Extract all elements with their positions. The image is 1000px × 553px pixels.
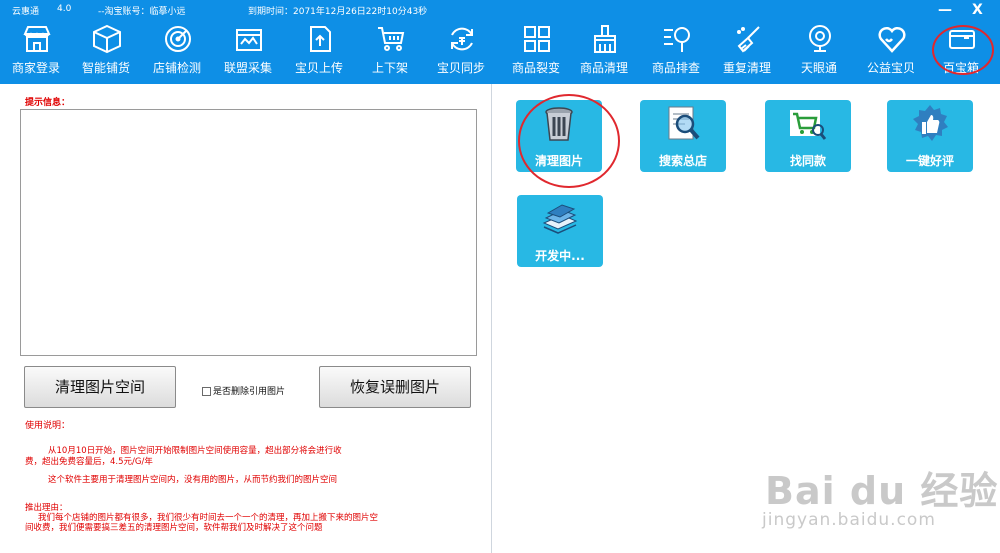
toolbar-charity-item[interactable]: 公益宝贝 [855, 20, 927, 82]
main-toolbar: 商家登录 智能铺货 店铺检测 联盟采集 宝贝上传 上下架 宝贝同步 商品裂变 商… [0, 20, 1000, 82]
toolbar-item-upload[interactable]: 宝贝上传 [283, 20, 355, 82]
tool-label: 一键好评 [905, 154, 954, 168]
store-icon [23, 26, 51, 52]
toolbar-treasure-box[interactable]: 百宝箱 [925, 20, 997, 82]
top-bar: 云惠通 4.0 --淘宝账号：临摹小远 到期时间：2071年12月26日22时1… [0, 0, 1000, 84]
app-name: 云惠通 [12, 7, 40, 17]
tool-label: 搜索总店 [658, 154, 707, 168]
trash-icon [545, 107, 573, 141]
baidu-watermark-url: jingyan.baidu.com [762, 510, 936, 530]
collect-icon [236, 29, 262, 51]
cart-icon [378, 27, 405, 51]
toolbar-shop-check[interactable]: 店铺检测 [141, 20, 213, 82]
search-list-icon [664, 27, 690, 52]
toolbar-label: 联盟采集 [223, 61, 272, 75]
checkbox-box[interactable] [202, 387, 211, 396]
tool-label: 清理图片 [534, 154, 583, 168]
grid-icon [524, 26, 550, 52]
tip-label: 提示信息： [25, 98, 71, 108]
restore-deleted-button[interactable]: 恢复误删图片 [319, 366, 471, 408]
sync-icon [451, 27, 473, 51]
clean-image-space-button[interactable]: 清理图片空间 [24, 366, 176, 408]
toolbar-label: 店铺检测 [152, 61, 201, 75]
broom-icon [737, 26, 760, 53]
toolbar-label: 公益宝贝 [866, 61, 915, 75]
tool-label: 开发中... [535, 249, 585, 263]
toolbar-alliance-collect[interactable]: 联盟采集 [212, 20, 284, 82]
toolbar-label: 商家登录 [11, 61, 60, 75]
toolbar-label: 商品裂变 [511, 61, 560, 75]
usage-title: 使用说明： [25, 421, 71, 431]
wallet-icon [949, 30, 975, 49]
toolbar-smart-listing[interactable]: 智能铺货 [70, 20, 142, 82]
cart-search-icon [790, 110, 827, 140]
toolbar-label: 重复清理 [722, 61, 771, 75]
box-icon [93, 24, 121, 54]
toolbar-shelf[interactable]: 上下架 [354, 20, 426, 82]
tool-one-click-review[interactable]: 一键好评 [887, 100, 973, 172]
heart-icon [878, 26, 906, 53]
toolbar-label: 商品清理 [579, 61, 628, 75]
toolbar-store-login[interactable]: 商家登录 [0, 20, 72, 82]
left-panel: 提示信息： 清理图片空间 是否删除引用图片 恢复误删图片 使用说明： 从10月1… [0, 84, 492, 553]
baidu-watermark: Bai du 经验 [765, 469, 999, 513]
toolbar-label: 商品排查 [651, 61, 700, 75]
brush-icon [594, 25, 616, 53]
toolbar-product-inspect[interactable]: 商品排查 [640, 20, 712, 82]
usage-paragraph-2: 这个软件主要用于清理图片空间内，没有用的图片，从而节约我们的图片空间 [48, 475, 338, 485]
toolbar-label: 上下架 [371, 61, 408, 75]
toolbar-label: 百宝箱 [942, 61, 979, 75]
toolbar-label: 宝贝上传 [294, 61, 343, 75]
tool-in-development[interactable]: 开发中... [517, 195, 603, 267]
account-info: --淘宝账号：临摹小远 [98, 7, 186, 17]
radar-icon [165, 26, 191, 52]
checkbox-label: 是否删除引用图片 [213, 387, 286, 397]
tool-label: 找同款 [789, 154, 826, 168]
delete-referenced-checkbox[interactable]: 是否删除引用图片 [202, 384, 285, 397]
webcam-icon [809, 25, 831, 52]
app-version: 4.0 [57, 4, 72, 14]
minimize-button[interactable]: — [938, 2, 952, 18]
toolbar-label: 天眼通 [800, 61, 837, 75]
expiry-info: 到期时间：2071年12月26日22时10分43秒 [248, 7, 428, 17]
toolbar-item-sync[interactable]: 宝贝同步 [425, 20, 497, 82]
info-textbox[interactable] [20, 109, 477, 356]
close-button[interactable]: X [972, 2, 983, 18]
tool-find-same-item[interactable]: 找同款 [765, 100, 851, 172]
toolbar-sky-eye[interactable]: 天眼通 [783, 20, 855, 82]
usage-paragraph-1b: 费，超出免费容量后，4.5元/G/年 [25, 457, 153, 467]
search-doc-icon [668, 106, 700, 140]
reason-line-2: 间收费，我们便需要搞三差五的清理图片空间，软件帮我们及时解决了这个问题 [25, 523, 323, 533]
upload-doc-icon [310, 26, 331, 52]
toolbar-label: 宝贝同步 [436, 61, 485, 75]
stack-icon [542, 204, 578, 234]
usage-paragraph-1: 从10月10日开始，图片空间开始限制图片空间使用容量，超出部分将会进行收 [48, 446, 342, 456]
tool-clean-images[interactable]: 清理图片 [516, 100, 602, 172]
toolbar-product-split[interactable]: 商品裂变 [500, 20, 572, 82]
toolbar-label: 智能铺货 [81, 61, 130, 75]
toolbar-product-clean[interactable]: 商品清理 [568, 20, 640, 82]
toolbar-duplicate-clean[interactable]: 重复清理 [711, 20, 783, 82]
title-line: 云惠通 4.0 --淘宝账号：临摹小远 到期时间：2071年12月26日22时1… [0, 0, 1000, 20]
thumbs-up-icon [913, 105, 948, 141]
tool-search-main-store[interactable]: 搜索总店 [640, 100, 726, 172]
